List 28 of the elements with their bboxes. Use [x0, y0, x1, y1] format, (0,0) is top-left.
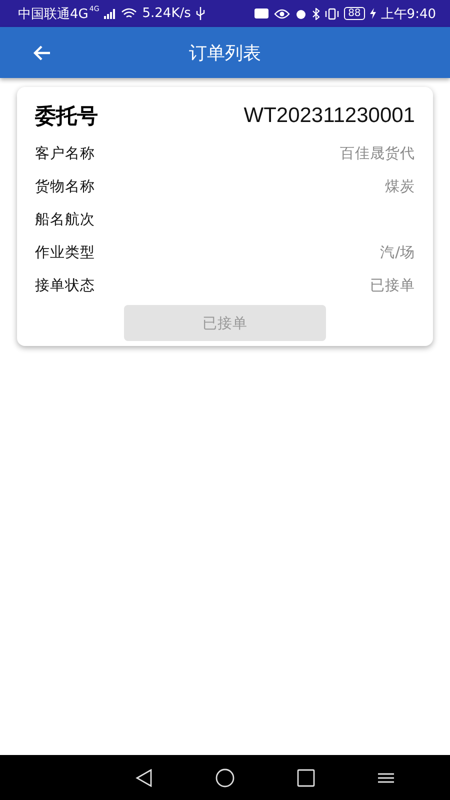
- usb-icon: [196, 7, 205, 20]
- order-number-label: 委托号: [35, 103, 98, 130]
- menu-icon[interactable]: [377, 770, 395, 784]
- recents-icon[interactable]: [297, 768, 315, 786]
- battery-level: 88: [344, 7, 365, 20]
- carrier-text: 中国联通4G: [18, 6, 88, 22]
- field-label: 客户名称: [35, 144, 95, 163]
- field-label: 货物名称: [35, 178, 95, 196]
- wifi-icon: [121, 8, 138, 20]
- app-bar-title: 订单列表: [189, 42, 261, 64]
- bluetooth-icon: [312, 8, 320, 20]
- field-value: 汽/场: [380, 244, 415, 262]
- vibrate-icon: [325, 8, 340, 20]
- home-icon[interactable]: [215, 768, 235, 788]
- field-label: 接单状态: [35, 277, 95, 295]
- back-icon[interactable]: [135, 768, 153, 786]
- signal-icon: [104, 8, 116, 18]
- field-value: 百佳晟货代: [340, 145, 415, 163]
- order-number: WT202311230001: [244, 104, 415, 128]
- network-speed-text: 5.24K/s: [142, 6, 191, 21]
- charging-icon: [370, 8, 376, 19]
- field-value: 煤炭: [385, 178, 415, 196]
- field-label: 船名航次: [35, 211, 95, 229]
- back-arrow-icon: [33, 44, 51, 60]
- field-value: 已接单: [370, 277, 415, 295]
- field-label: 作业类型: [35, 244, 95, 262]
- clock-text: 上午9:40: [380, 6, 436, 22]
- eye-icon: [274, 8, 290, 18]
